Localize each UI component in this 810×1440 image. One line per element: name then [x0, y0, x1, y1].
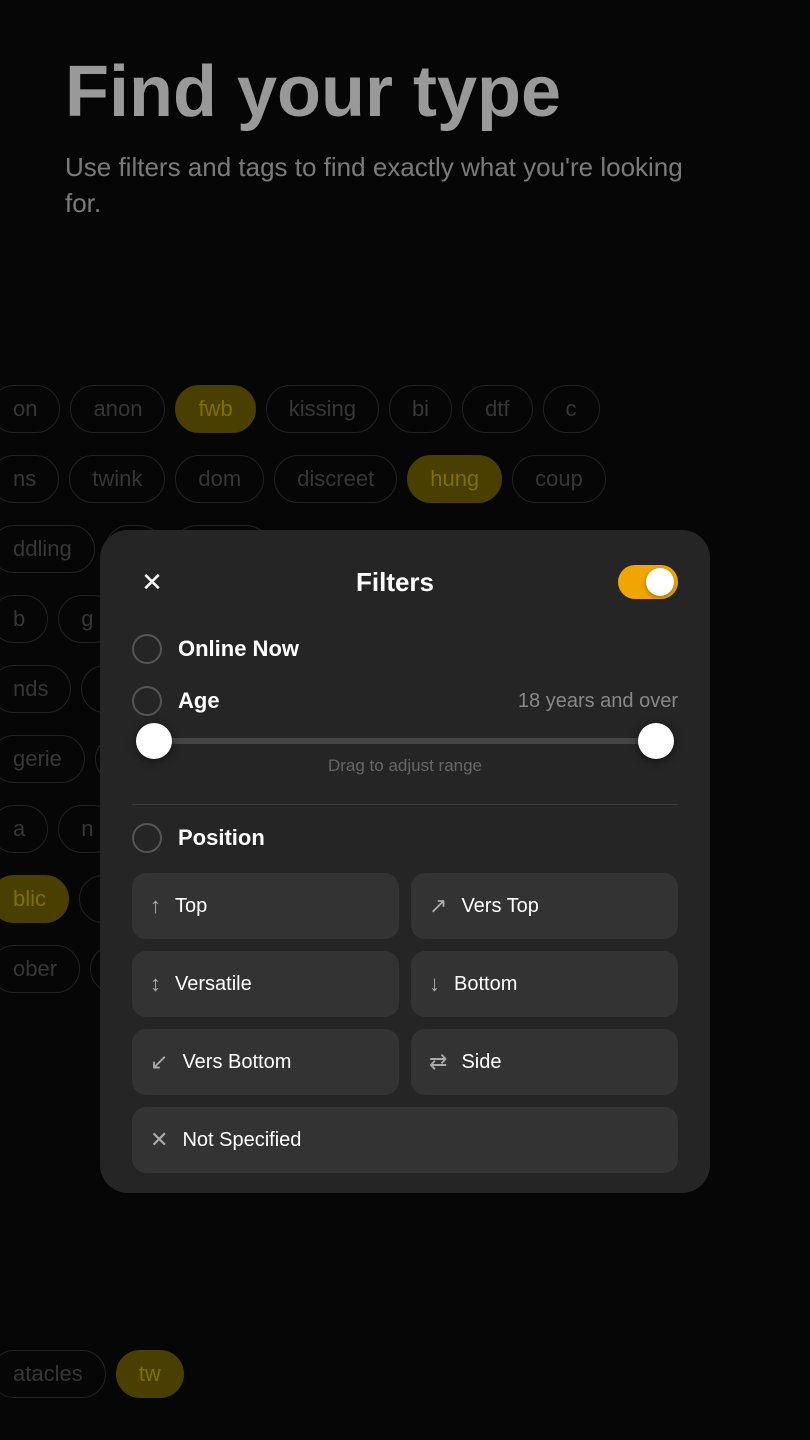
- position-vers-bottom-button[interactable]: ↙ Vers Bottom: [132, 1029, 399, 1095]
- age-slider-container: Drag to adjust range: [132, 738, 678, 776]
- side-label: Side: [461, 1051, 501, 1074]
- vers-top-label: Vers Top: [461, 895, 538, 918]
- top-icon: ↑: [150, 893, 161, 919]
- modal-header: ✕ Filters: [132, 562, 678, 602]
- not-specified-label: Not Specified: [182, 1129, 301, 1152]
- online-now-row: Online Now: [132, 634, 678, 664]
- side-icon: ⇄: [429, 1049, 447, 1075]
- position-bottom-button[interactable]: ↓ Bottom: [411, 951, 678, 1017]
- age-slider-thumb-max[interactable]: [638, 723, 674, 759]
- position-versatile-button[interactable]: ↕ Versatile: [132, 951, 399, 1017]
- online-now-label: Online Now: [178, 636, 299, 662]
- age-slider-fill: [136, 738, 674, 744]
- versatile-label: Versatile: [175, 973, 252, 996]
- age-slider-hint: Drag to adjust range: [136, 756, 674, 776]
- bottom-label: Bottom: [454, 973, 517, 996]
- vers-bottom-label: Vers Bottom: [182, 1051, 291, 1074]
- age-slider-track[interactable]: [136, 738, 674, 744]
- position-vers-top-button[interactable]: ↗ Vers Top: [411, 873, 678, 939]
- position-radio[interactable]: [132, 823, 162, 853]
- bottom-icon: ↓: [429, 971, 440, 997]
- top-label: Top: [175, 895, 207, 918]
- filter-modal: ✕ Filters Online Now Age 18 years and ov…: [100, 530, 710, 1193]
- filter-toggle[interactable]: [618, 565, 678, 599]
- age-value: 18 years and over: [518, 690, 678, 713]
- online-now-left: Online Now: [132, 634, 299, 664]
- close-button[interactable]: ✕: [132, 562, 172, 602]
- divider-1: [132, 804, 678, 805]
- age-left: Age: [132, 686, 220, 716]
- age-row: Age 18 years and over: [132, 686, 678, 716]
- position-side-button[interactable]: ⇄ Side: [411, 1029, 678, 1095]
- position-header: Position: [132, 823, 678, 853]
- position-not-specified-button[interactable]: ✕ Not Specified: [132, 1107, 678, 1173]
- position-label: Position: [178, 825, 265, 851]
- age-radio[interactable]: [132, 686, 162, 716]
- online-now-radio[interactable]: [132, 634, 162, 664]
- toggle-knob: [646, 568, 674, 596]
- versatile-icon: ↕: [150, 971, 161, 997]
- age-slider-thumb-min[interactable]: [136, 723, 172, 759]
- position-grid: ↑ Top ↗ Vers Top ↕ Versatile ↓ Bottom ↙ …: [132, 873, 678, 1173]
- modal-title: Filters: [356, 567, 434, 598]
- position-top-button[interactable]: ↑ Top: [132, 873, 399, 939]
- vers-bottom-icon: ↙: [150, 1049, 168, 1075]
- vers-top-icon: ↗: [429, 893, 447, 919]
- not-specified-icon: ✕: [150, 1127, 168, 1153]
- age-label: Age: [178, 688, 220, 714]
